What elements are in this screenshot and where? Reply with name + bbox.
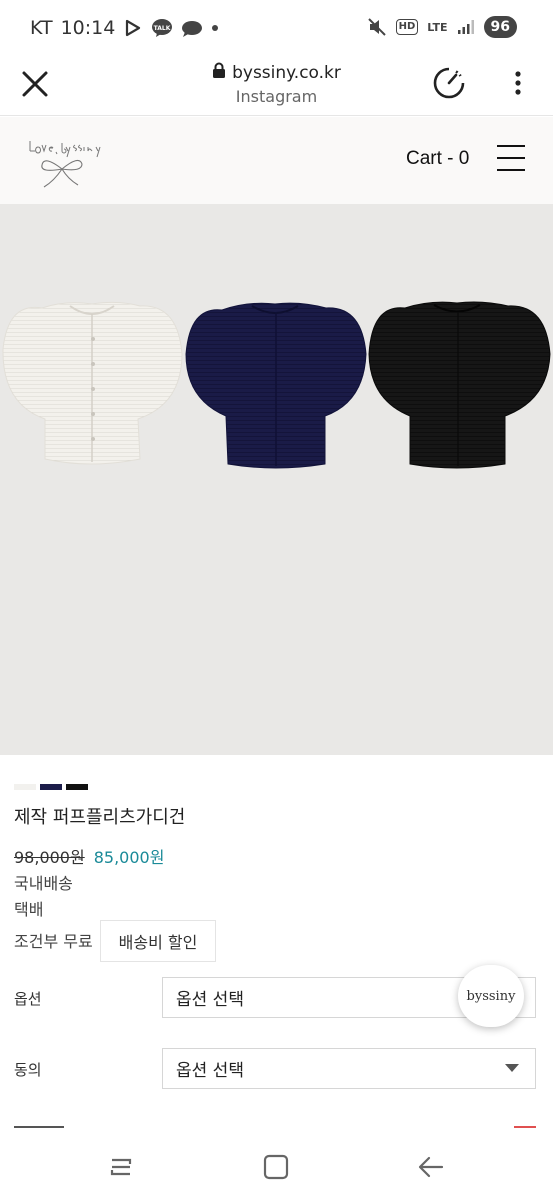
signal-icon	[457, 19, 475, 35]
lte-icon: LTE	[427, 20, 448, 34]
speedometer-icon[interactable]	[432, 66, 466, 100]
svg-text:TALK: TALK	[154, 25, 171, 32]
url-text: byssiny.co.kr	[232, 63, 341, 83]
partial-text-right	[514, 1126, 536, 1129]
product-title: 제작 퍼프플리츠가디건	[14, 807, 186, 828]
agree-select-value: 옵션 선택	[176, 1061, 244, 1081]
agree-label: 동의	[14, 1061, 42, 1079]
shipping-condition: 조건부 무료	[14, 932, 93, 951]
partially-visible-row	[0, 1126, 553, 1136]
back-icon[interactable]	[416, 1152, 446, 1182]
brand-logo[interactable]	[26, 129, 108, 193]
menu-line	[497, 169, 525, 171]
product-image[interactable]	[0, 204, 553, 755]
battery-icon: 96	[483, 16, 517, 38]
mute-icon	[367, 17, 387, 37]
black-cardigan-image	[368, 301, 551, 469]
hamburger-menu-icon[interactable]	[497, 145, 525, 175]
original-price: 98,000원	[14, 848, 85, 867]
option-select-value: 옵션 선택	[176, 990, 244, 1010]
carrier-label: KT	[30, 17, 53, 39]
site-header: Cart - 0	[0, 117, 553, 204]
cloud-chat-icon	[181, 18, 203, 38]
navy-cardigan-image	[185, 302, 367, 469]
chevron-down-icon	[505, 1064, 519, 1072]
white-cardigan-image	[2, 301, 183, 465]
hd-icon: HD	[395, 19, 419, 35]
cart-link[interactable]: Cart - 0	[406, 148, 469, 170]
swatch-black[interactable]	[66, 784, 88, 790]
status-bar: KT 10:14 TALK HD LTE 96	[0, 0, 553, 60]
shipping-discount-button[interactable]: 배송비 할인	[100, 920, 216, 962]
android-nav-bar	[0, 1136, 553, 1200]
lock-icon	[212, 62, 226, 84]
url-display[interactable]: byssiny.co.kr Instagram	[0, 62, 553, 106]
sale-price: 85,000원	[93, 848, 165, 867]
swatch-white[interactable]	[14, 784, 36, 790]
shipping-domestic: 국내배송	[14, 874, 73, 893]
clock: 10:14	[60, 17, 116, 39]
agree-select[interactable]: 옵션 선택	[162, 1048, 536, 1089]
more-options-icon[interactable]	[508, 68, 528, 98]
color-swatches	[14, 784, 88, 790]
shipping-method: 택배	[14, 900, 44, 919]
byssiny-chat-button[interactable]: byssiny	[458, 965, 524, 1027]
browser-bar: byssiny.co.kr Instagram	[0, 60, 553, 116]
option-label: 옵션	[14, 990, 42, 1008]
menu-line	[497, 157, 525, 159]
swatch-navy[interactable]	[40, 784, 62, 790]
url-subtitle: Instagram	[235, 87, 318, 106]
partial-text-left	[14, 1126, 64, 1129]
dot-icon	[211, 24, 219, 32]
play-icon	[123, 18, 143, 38]
menu-line	[497, 145, 525, 147]
talk-icon: TALK	[151, 18, 173, 38]
price-row: 98,000원 85,000원	[14, 844, 164, 868]
home-icon[interactable]	[261, 1152, 291, 1182]
recent-apps-icon[interactable]	[106, 1152, 136, 1182]
